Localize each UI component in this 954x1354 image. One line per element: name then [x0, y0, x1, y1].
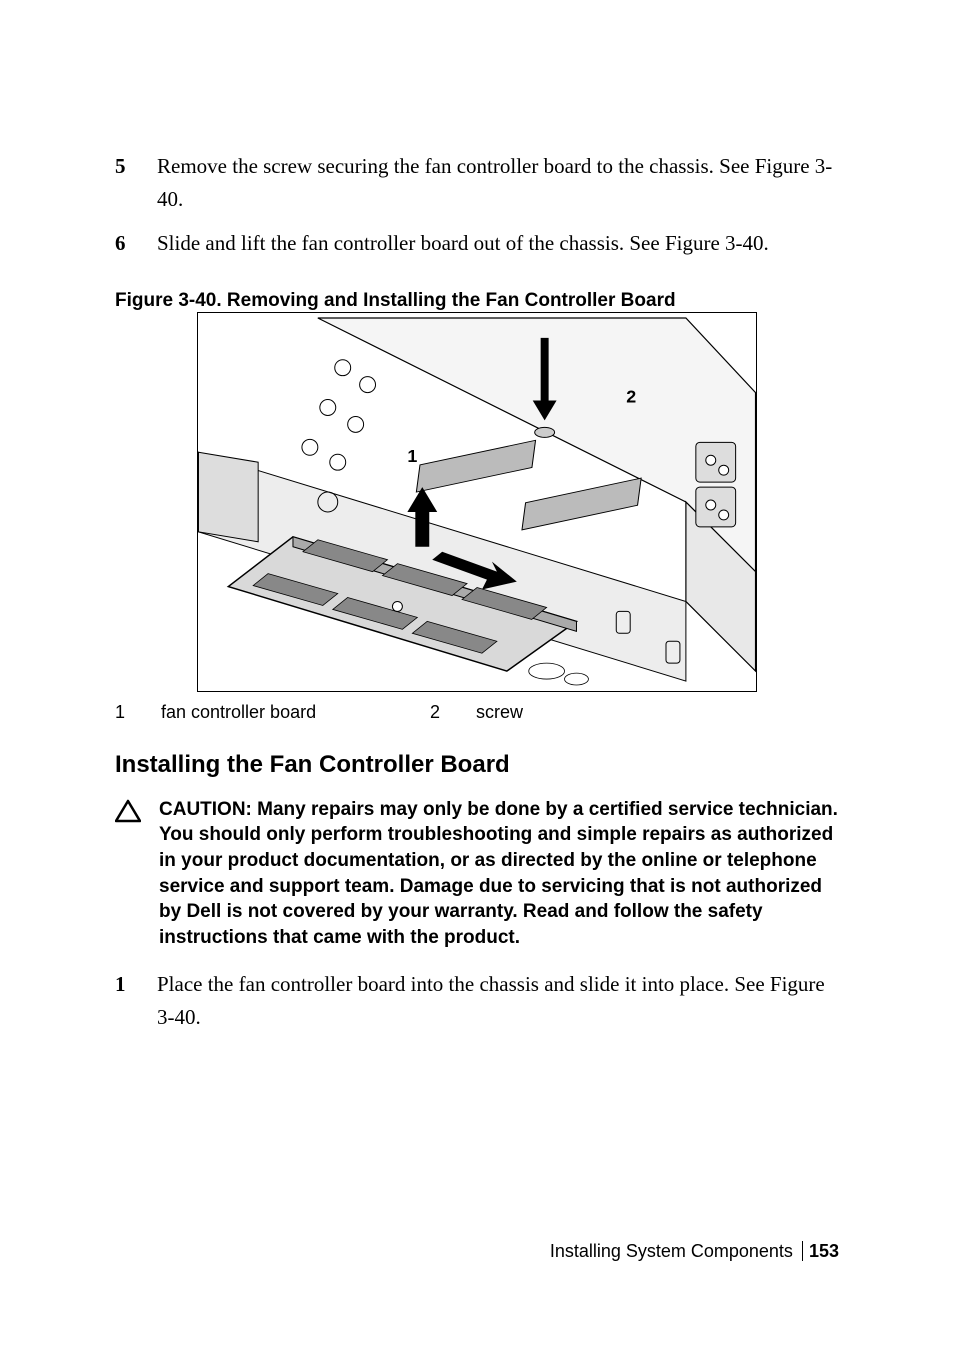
figure-diagram: 1 2: [197, 312, 757, 692]
step-text: Remove the screw securing the fan contro…: [157, 150, 839, 215]
install-step-1: 1 Place the fan controller board into th…: [115, 968, 839, 1033]
footer-section: Installing System Components: [550, 1241, 793, 1261]
section-heading-installing: Installing the Fan Controller Board: [115, 751, 839, 779]
step-number: 1: [115, 968, 157, 1033]
figure-legend: 1 fan controller board 2 screw: [115, 702, 839, 723]
removal-steps: 5 Remove the screw securing the fan cont…: [115, 150, 839, 260]
step-5: 5 Remove the screw securing the fan cont…: [115, 150, 839, 215]
step-text: Slide and lift the fan controller board …: [157, 227, 839, 260]
legend-item-2: 2 screw: [430, 702, 523, 723]
page-footer: Installing System Components 153: [550, 1241, 839, 1262]
legend-label: screw: [476, 702, 523, 723]
legend-item-1: 1 fan controller board: [115, 702, 430, 723]
callout-1: 1: [407, 446, 417, 466]
caution-icon: [115, 799, 141, 823]
step-number: 6: [115, 227, 157, 260]
step-text: Place the fan controller board into the …: [157, 968, 839, 1033]
footer-page-number: 153: [809, 1241, 839, 1261]
figure-caption: Figure 3-40. Removing and Installing the…: [115, 290, 839, 312]
callout-2: 2: [626, 386, 636, 406]
install-steps: 1 Place the fan controller board into th…: [115, 968, 839, 1033]
caution-block: CAUTION: Many repairs may only be done b…: [115, 797, 839, 951]
step-6: 6 Slide and lift the fan controller boar…: [115, 227, 839, 260]
step-number: 5: [115, 150, 157, 215]
legend-label: fan controller board: [161, 702, 316, 723]
legend-number: 1: [115, 702, 133, 723]
fan-controller-diagram-svg: 1 2: [198, 313, 756, 691]
legend-number: 2: [430, 702, 448, 723]
caution-text: CAUTION: Many repairs may only be done b…: [159, 797, 839, 951]
